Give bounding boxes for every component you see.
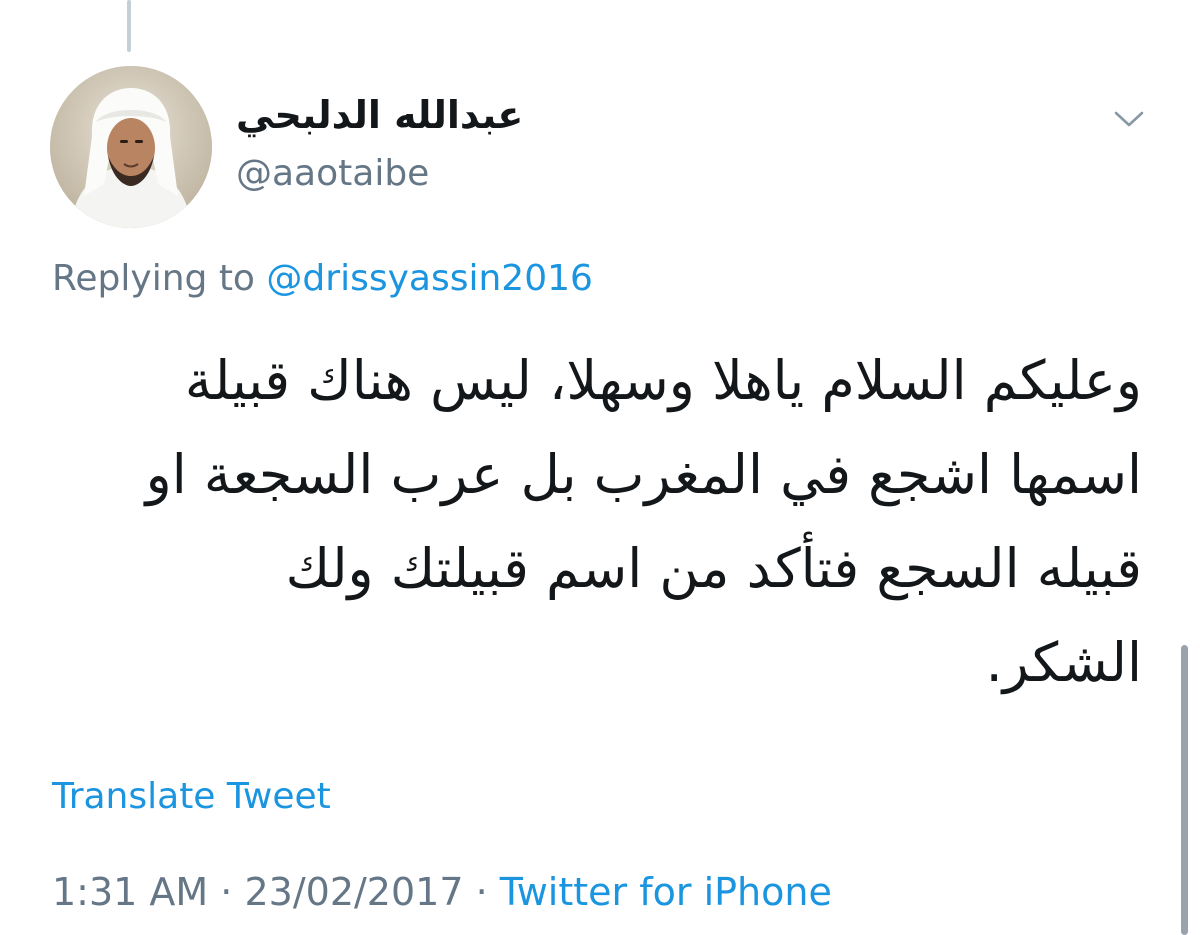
chevron-down-icon	[1114, 111, 1144, 127]
author-display-name[interactable]: عبدالله الدلبحي	[236, 90, 523, 140]
avatar[interactable]	[50, 66, 212, 228]
tweet-time: 1:31 AM	[52, 870, 209, 914]
replying-to-line: Replying to @drissyassin2016	[52, 254, 593, 304]
tweet-metadata: 1:31 AM · 23/02/2017 · Twitter for iPhon…	[52, 866, 832, 918]
tweet-text: وعليكم السلام ياهلا وسهلا، ليس هناك قبيل…	[52, 334, 1142, 710]
tweet-text-line: وعليكم السلام ياهلا وسهلا، ليس هناك قبيل…	[184, 349, 1142, 412]
meta-separator: ·	[220, 870, 233, 914]
tweet-source-link[interactable]: Twitter for iPhone	[500, 870, 832, 914]
avatar-image	[50, 66, 212, 228]
tweet-date: 23/02/2017	[244, 870, 464, 914]
tweet-menu-button[interactable]	[1106, 96, 1152, 142]
author-handle[interactable]: @aaotaibe	[236, 150, 429, 198]
scrollbar[interactable]	[1181, 645, 1188, 935]
tweet-text-line: الشكر.	[985, 631, 1142, 694]
thread-connector-line	[127, 0, 131, 52]
tweet-text-line: قبيله السجع فتأكد من اسم قبيلتك ولك	[285, 537, 1142, 600]
replying-to-label: Replying to	[52, 258, 255, 299]
replying-to-mention[interactable]: @drissyassin2016	[266, 258, 592, 299]
translate-tweet-link[interactable]: Translate Tweet	[52, 772, 331, 822]
tweet-text-line: اسمها اشجع في المغرب بل عرب السجعة او	[145, 443, 1142, 506]
meta-separator: ·	[475, 870, 488, 914]
